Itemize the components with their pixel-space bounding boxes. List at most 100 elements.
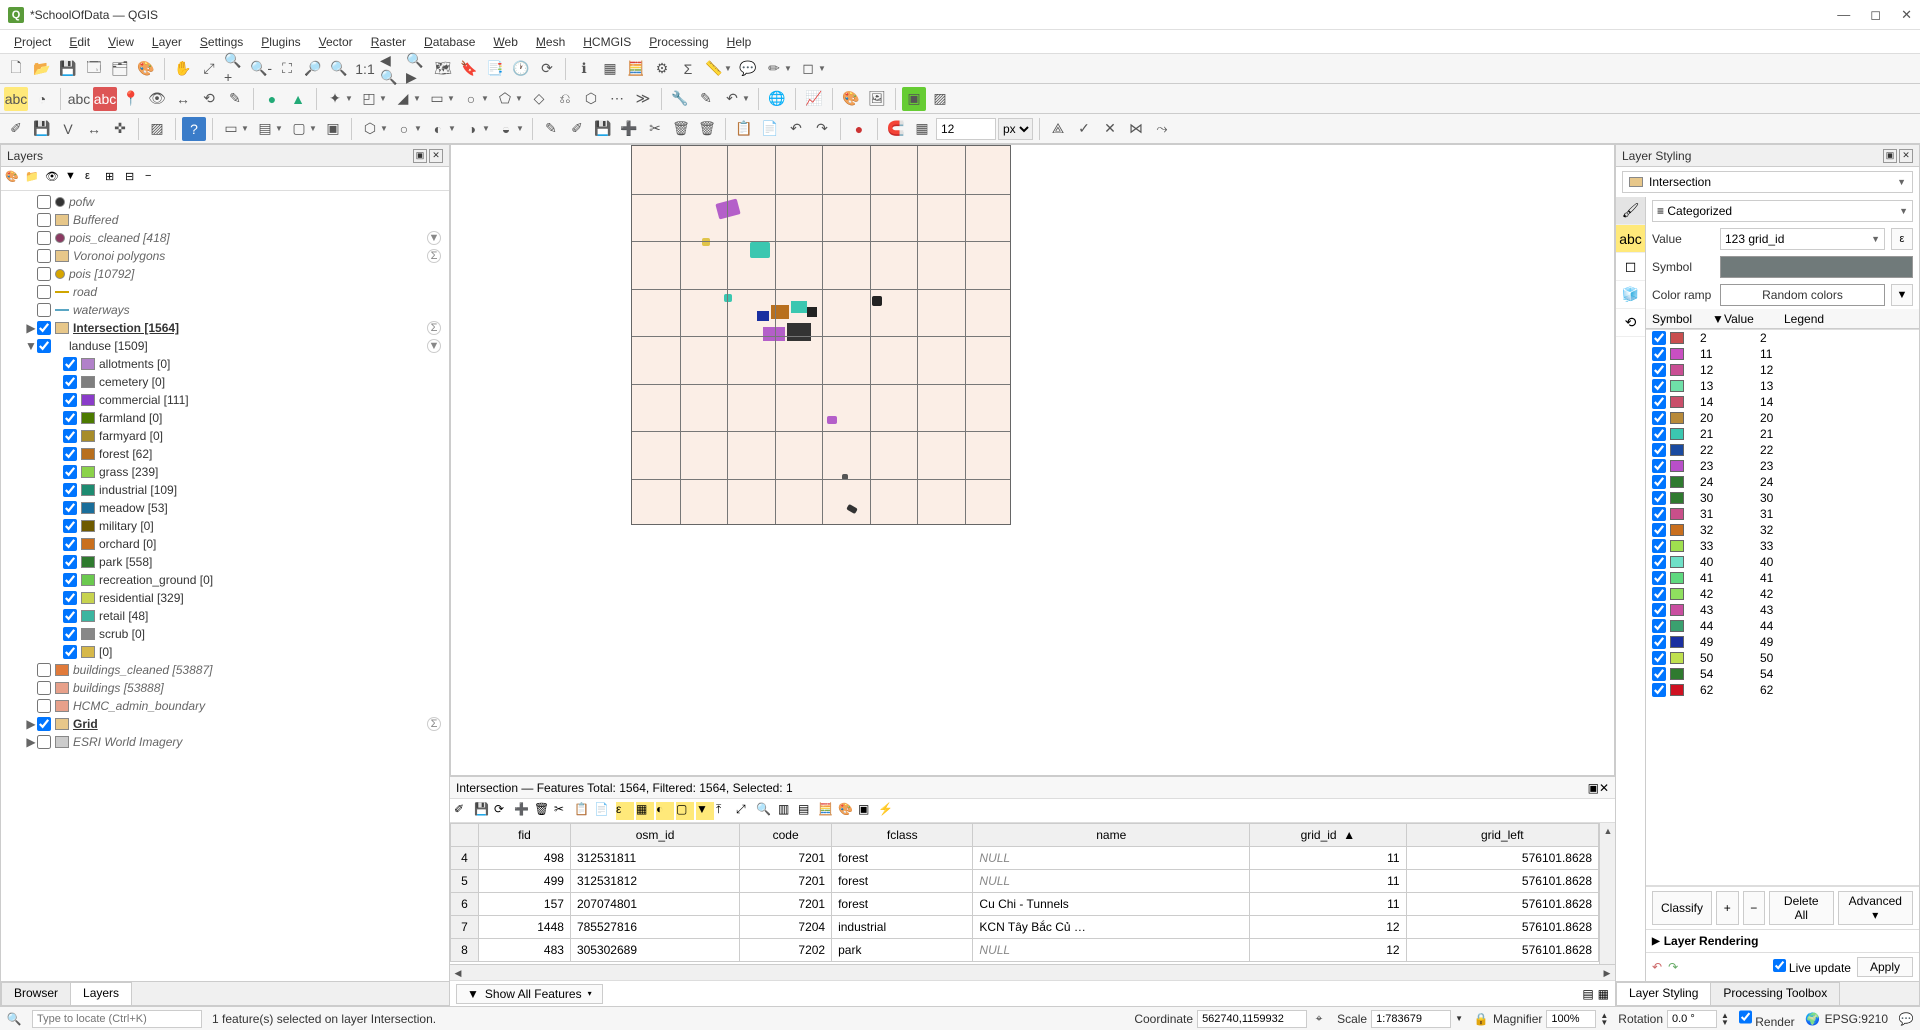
column-header[interactable]: fclass — [832, 824, 973, 847]
attr-close-icon[interactable]: ✕ — [1599, 781, 1609, 795]
table-row[interactable]: 54993125318127201forestNULL11576101.8628 — [451, 870, 1599, 893]
layer-visibility-checkbox[interactable] — [37, 213, 51, 227]
category-row[interactable]: 5454 — [1646, 666, 1919, 682]
layer-item[interactable]: ▶ESRI World Imagery — [3, 733, 447, 751]
map-canvas[interactable] — [450, 144, 1615, 776]
tool-h-icon[interactable]: ⎌ — [553, 87, 577, 111]
layer-item[interactable]: recreation_ground [0] — [3, 571, 447, 589]
count-indicator-icon[interactable]: Σ — [427, 249, 441, 263]
category-row[interactable]: 4949 — [1646, 634, 1919, 650]
layer-visibility-checkbox[interactable] — [37, 699, 51, 713]
category-row[interactable]: 3333 — [1646, 538, 1919, 554]
table-row[interactable]: 714487855278167204industrialKCN Tây Bắc … — [451, 916, 1599, 939]
layer-visibility-checkbox[interactable] — [37, 285, 51, 299]
count-indicator-icon[interactable]: Σ — [427, 717, 441, 731]
attr-save-icon[interactable]: 💾 — [474, 802, 492, 820]
layer-visibility-checkbox[interactable] — [63, 357, 77, 371]
layer-item[interactable]: park [558] — [3, 553, 447, 571]
column-header[interactable]: code — [740, 824, 832, 847]
attr-vscroll[interactable]: ▲ — [1599, 823, 1615, 964]
menu-web[interactable]: Web — [485, 33, 525, 51]
category-checkbox[interactable] — [1652, 587, 1666, 601]
category-checkbox[interactable] — [1652, 539, 1666, 553]
category-list[interactable]: 2211111212131314142020212122222323242430… — [1646, 329, 1919, 886]
category-row[interactable]: 2222 — [1646, 442, 1919, 458]
category-checkbox[interactable] — [1652, 459, 1666, 473]
3d-tab-icon[interactable]: 🧊 — [1616, 281, 1645, 309]
category-checkbox[interactable] — [1652, 523, 1666, 537]
expression-button[interactable]: ε — [1891, 228, 1913, 250]
layer-rendering-section[interactable]: ▶Layer Rendering — [1646, 929, 1919, 952]
expression-filter-icon[interactable]: ε — [85, 170, 103, 188]
copy-icon[interactable]: 📋 — [732, 117, 756, 141]
category-row[interactable]: 3232 — [1646, 522, 1919, 538]
add-feature-icon[interactable]: V — [56, 117, 80, 141]
menu-mesh[interactable]: Mesh — [528, 33, 573, 51]
attr-reload-icon[interactable]: ⟳ — [494, 802, 512, 820]
menu-help[interactable]: Help — [719, 33, 760, 51]
select-value-icon[interactable]: ▤ — [253, 117, 277, 141]
zoom-in-icon[interactable]: 🔍+ — [223, 57, 247, 81]
category-checkbox[interactable] — [1652, 507, 1666, 521]
category-row[interactable]: 22 — [1646, 330, 1919, 346]
layer-visibility-checkbox[interactable] — [37, 339, 51, 353]
labels-tab-icon[interactable]: abc — [1616, 225, 1645, 253]
menu-layer[interactable]: Layer — [144, 33, 190, 51]
colorramp-select[interactable]: Random colors — [1720, 284, 1885, 306]
digitize-tool-icon[interactable]: ▨ — [145, 117, 169, 141]
magnifier-input[interactable] — [1546, 1010, 1596, 1028]
category-checkbox[interactable] — [1652, 667, 1666, 681]
cut-icon[interactable]: ✂ — [643, 117, 667, 141]
live-update-checkbox[interactable]: Live update — [1773, 959, 1851, 975]
menu-processing[interactable]: Processing — [641, 33, 716, 51]
label-blocker-icon[interactable]: abc — [93, 87, 117, 111]
category-swatch[interactable] — [1670, 652, 1684, 664]
category-swatch[interactable] — [1670, 412, 1684, 424]
category-row[interactable]: 1313 — [1646, 378, 1919, 394]
label-tool-icon[interactable]: abc — [67, 87, 91, 111]
layer-item[interactable]: Voronoi polygonsΣ — [3, 247, 447, 265]
zoom-out-icon[interactable]: 🔍- — [249, 57, 273, 81]
category-checkbox[interactable] — [1652, 347, 1666, 361]
lock-icon[interactable]: 🔒 — [1473, 1011, 1489, 1027]
layer-visibility-checkbox[interactable] — [37, 303, 51, 317]
tool-c-icon[interactable]: ◢ — [391, 87, 415, 111]
deselect-icon[interactable]: ▢ — [287, 117, 311, 141]
layers-close-icon[interactable]: ✕ — [429, 149, 443, 163]
measure-icon[interactable]: 📏 — [702, 57, 726, 81]
buffer-icon[interactable]: ● — [260, 87, 284, 111]
dd1-icon[interactable]: ⬡ — [358, 117, 382, 141]
layer-visibility-checkbox[interactable] — [63, 393, 77, 407]
form-view-icon[interactable]: ▤ — [1582, 987, 1593, 1001]
category-checkbox[interactable] — [1652, 395, 1666, 409]
category-row[interactable]: 2020 — [1646, 410, 1919, 426]
scale-input[interactable] — [1371, 1010, 1451, 1028]
help-icon[interactable]: ? — [182, 117, 206, 141]
dd4-icon[interactable]: ◑ — [460, 117, 484, 141]
show-bookmarks-icon[interactable]: 📑 — [483, 57, 507, 81]
menu-plugins[interactable]: Plugins — [253, 33, 308, 51]
layer-visibility-checkbox[interactable] — [37, 663, 51, 677]
attr-dock-icon[interactable]: ▣ — [858, 802, 876, 820]
label-layer-icon[interactable]: abc — [4, 87, 28, 111]
category-swatch[interactable] — [1670, 444, 1684, 456]
layer-item[interactable]: cemetery [0] — [3, 373, 447, 391]
layer-item[interactable]: waterways — [3, 301, 447, 319]
layer-visibility-checkbox[interactable] — [63, 627, 77, 641]
tab-layers[interactable]: Layers — [70, 982, 132, 1005]
dd5-icon[interactable]: ◒ — [494, 117, 518, 141]
menu-edit[interactable]: Edit — [61, 33, 98, 51]
attr-toggle-edit-icon[interactable]: ✐ — [454, 802, 472, 820]
classify-button[interactable]: Classify — [1652, 891, 1712, 925]
style-redo-icon[interactable]: ↷ — [1668, 960, 1678, 974]
layer-visibility-checkbox[interactable] — [63, 555, 77, 569]
menu-vector[interactable]: Vector — [311, 33, 361, 51]
column-header[interactable]: grid_left — [1406, 824, 1598, 847]
layer-visibility-checkbox[interactable] — [63, 573, 77, 587]
category-row[interactable]: 4040 — [1646, 554, 1919, 570]
layer-visibility-checkbox[interactable] — [37, 195, 51, 209]
snap-icon[interactable]: 🧲 — [884, 117, 908, 141]
layer-item[interactable]: HCMC_admin_boundary — [3, 697, 447, 715]
category-checkbox[interactable] — [1652, 427, 1666, 441]
category-checkbox[interactable] — [1652, 683, 1666, 697]
